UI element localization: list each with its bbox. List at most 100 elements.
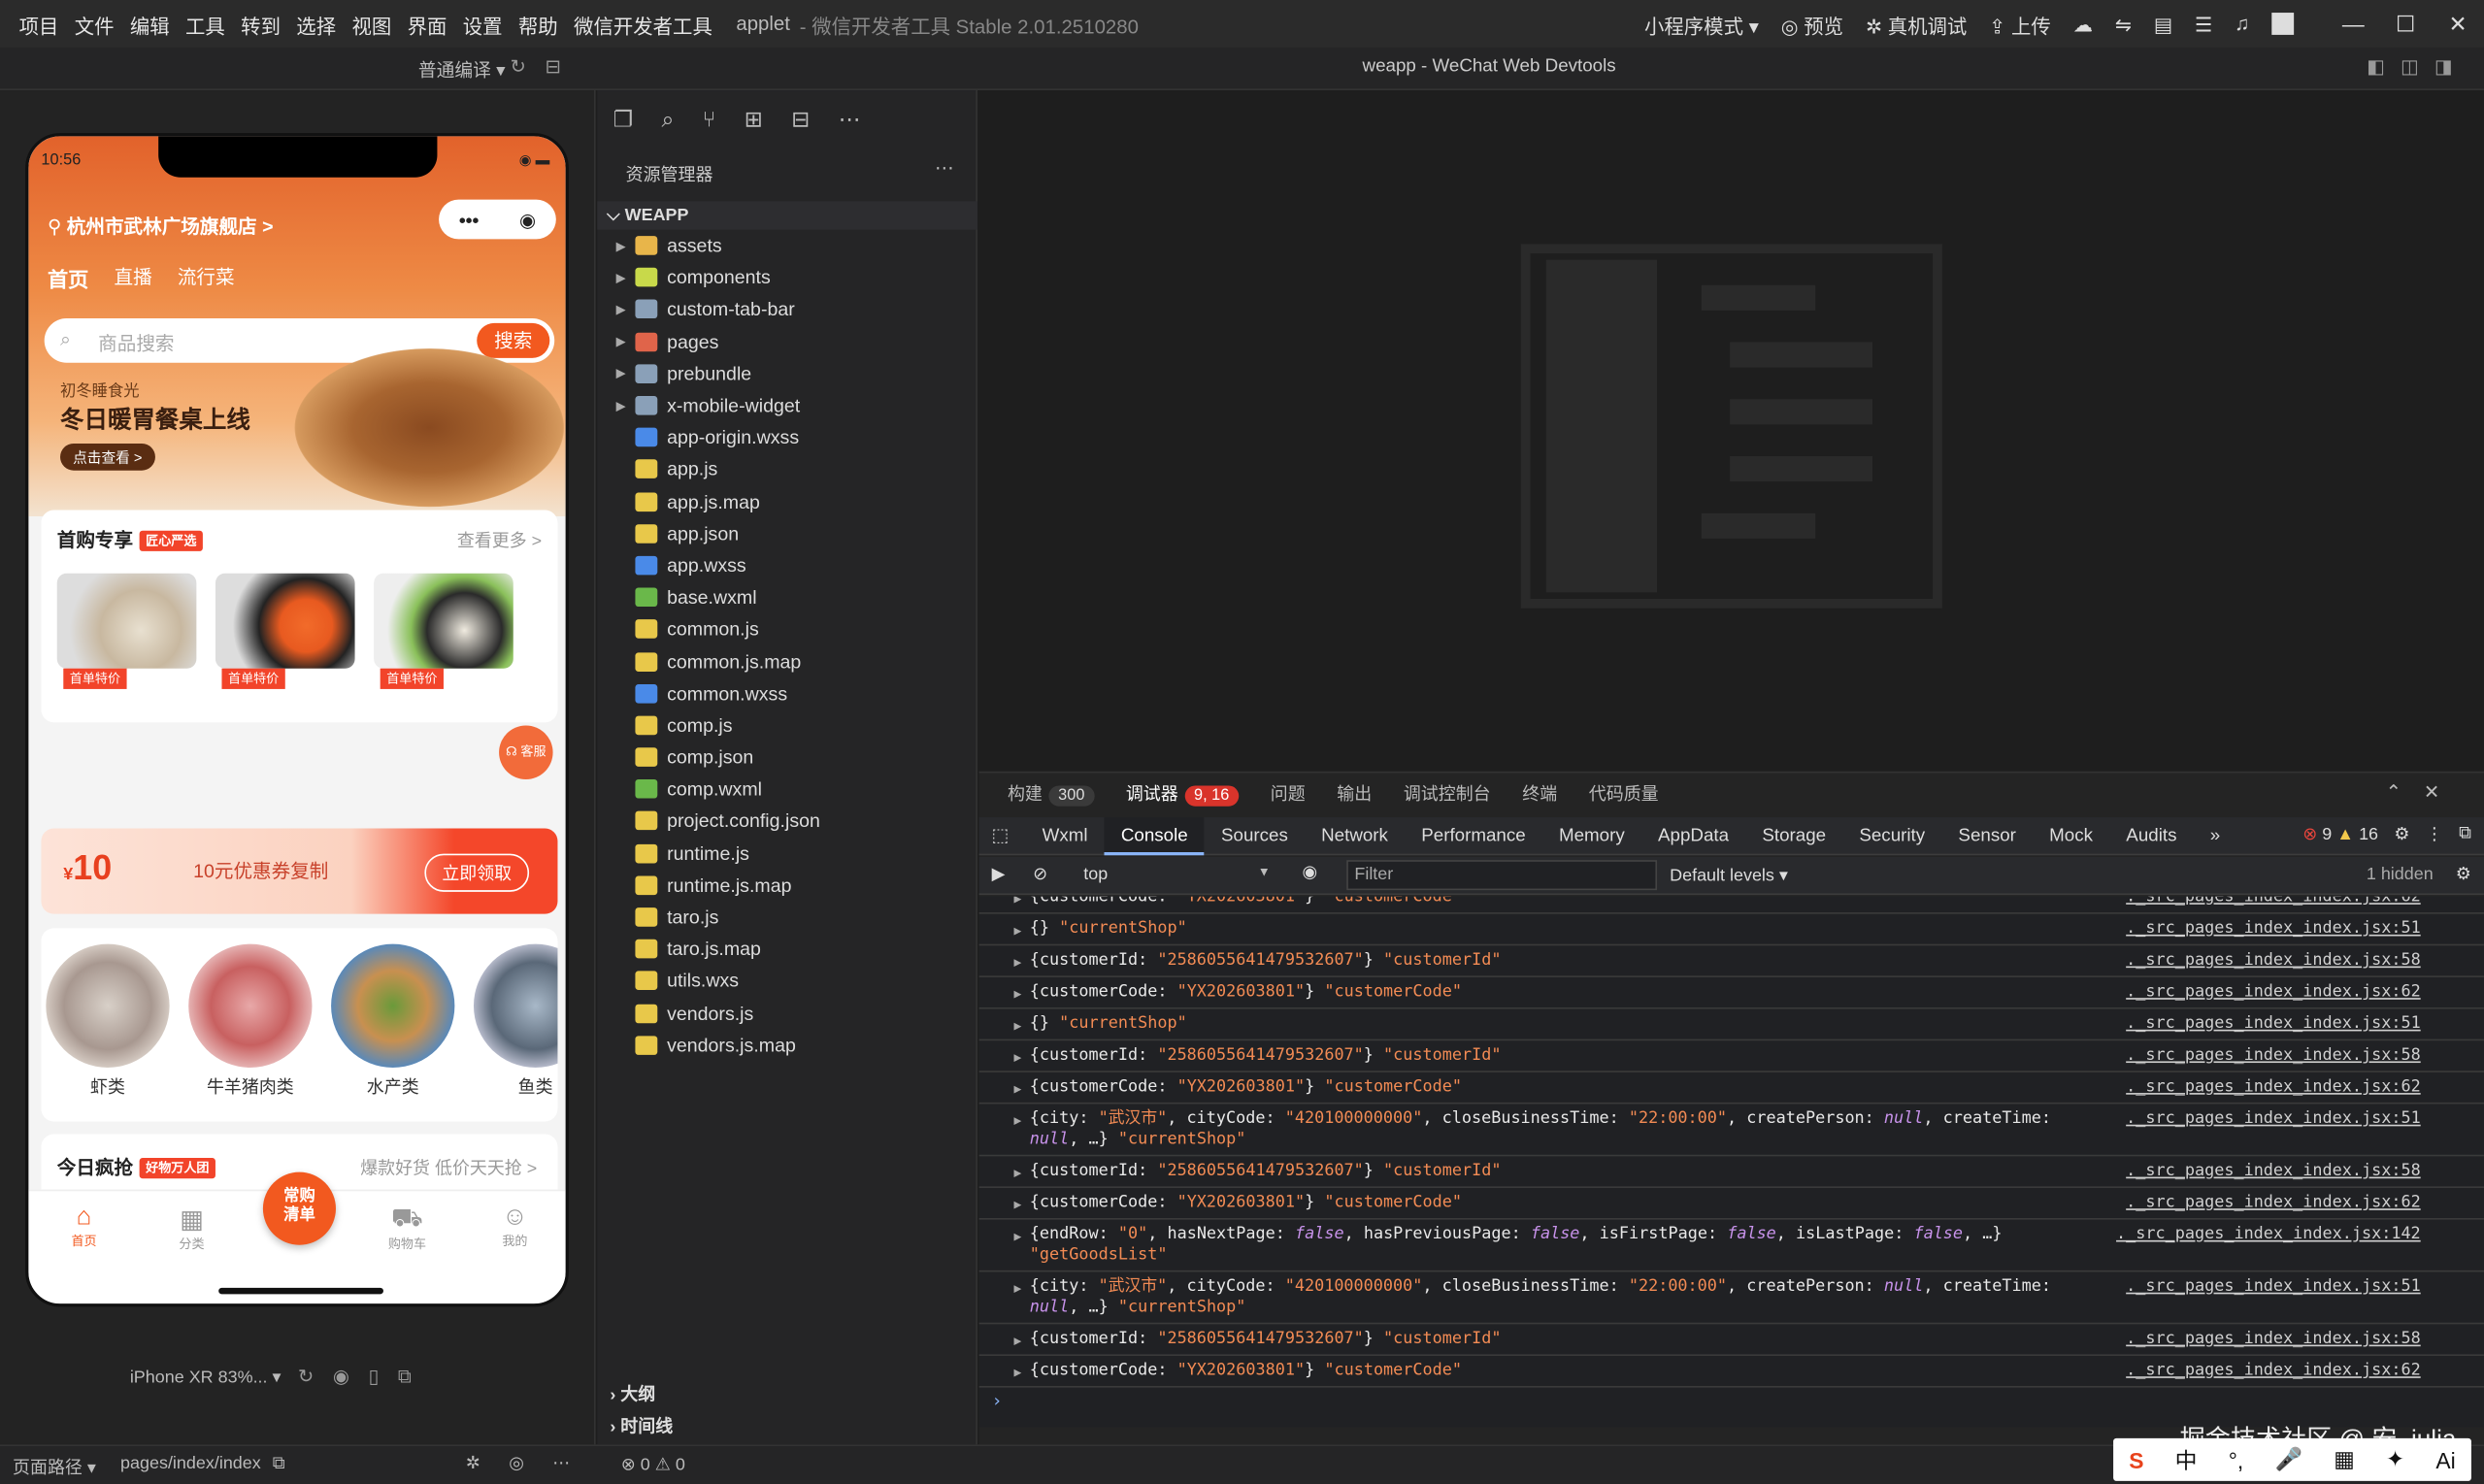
folder-item[interactable]: ▶ prebundle xyxy=(597,357,977,389)
filter-input[interactable]: Filter xyxy=(1346,860,1658,891)
file-item[interactable]: project.config.json xyxy=(597,806,977,838)
file-item[interactable]: taro.js xyxy=(597,902,977,934)
banner-button[interactable]: 点击查看 > xyxy=(60,443,155,471)
product-item[interactable]: 首单特价 xyxy=(374,573,513,689)
log-levels-select[interactable]: Default levels ▾ xyxy=(1670,865,1788,886)
tab-memory[interactable]: Memory xyxy=(1542,816,1641,854)
menu-file[interactable]: 文件 xyxy=(67,9,122,39)
console-source-link[interactable]: ._src_pages_index_index.jsx:62 xyxy=(2126,1361,2421,1381)
phone-icon[interactable]: ▯ xyxy=(369,1366,398,1388)
tab-mock[interactable]: Mock xyxy=(2033,816,2109,854)
console-prompt[interactable]: › xyxy=(979,1388,2484,1416)
swap-icon[interactable]: ⇋ xyxy=(2115,12,2132,36)
menu-icon[interactable]: ☰ xyxy=(2195,12,2212,36)
more-icon[interactable]: ••• xyxy=(459,209,480,231)
tab-network[interactable]: Network xyxy=(1305,816,1405,854)
file-item[interactable]: base.wxml xyxy=(597,581,977,613)
console-source-link[interactable]: ._src_pages_index_index.jsx:51 xyxy=(2126,1013,2421,1034)
tab-home[interactable]: 首页 xyxy=(48,263,88,293)
category-item[interactable]: 鱼类 xyxy=(472,943,558,1100)
more-tabs-icon[interactable]: » xyxy=(2194,816,2237,854)
error-count[interactable]: ⊗ 9 ▲ 16 xyxy=(2302,824,2378,844)
category-item[interactable]: 牛羊猪肉类 xyxy=(187,943,315,1100)
tab-problems[interactable]: 问题 xyxy=(1271,781,1306,807)
file-item[interactable]: runtime.js.map xyxy=(597,870,977,902)
folder-item[interactable]: ▶ components xyxy=(597,262,977,294)
expand-triangle-icon[interactable]: ▶ xyxy=(1013,1226,1021,1246)
file-item[interactable]: app.json xyxy=(597,517,977,549)
expand-triangle-icon[interactable]: ▶ xyxy=(1013,952,1021,973)
clear-console-icon[interactable]: ⊘ xyxy=(1033,863,1047,884)
tabbar-frequent-list[interactable]: 常购 清单 xyxy=(262,1171,336,1245)
menu-project[interactable]: 项目 xyxy=(0,9,67,39)
ai-icon[interactable]: Ai xyxy=(2435,1447,2455,1472)
expand-triangle-icon[interactable]: ▶ xyxy=(1013,1015,1021,1036)
tab-audits[interactable]: Audits xyxy=(2109,816,2193,854)
expand-triangle-icon[interactable]: ▶ xyxy=(1013,1363,1021,1383)
timeline-section[interactable]: › 时间线 xyxy=(597,1411,977,1443)
remote-debug-button[interactable]: ✲ 真机调试 xyxy=(1866,9,1967,39)
console-log-row[interactable]: ▶ {customerCode: "YX202603801"} "customer… xyxy=(978,897,2484,914)
console-source-link[interactable]: ._src_pages_index_index.jsx:62 xyxy=(2126,982,2421,1003)
expand-triangle-icon[interactable]: ▶ xyxy=(1013,1195,1021,1215)
cloud-icon[interactable]: ☁ xyxy=(2073,12,2093,36)
console-log-row[interactable]: ▶ {} "currentShop" ._src_pages_index_index… xyxy=(978,1009,2484,1041)
tab-popular[interactable]: 流行菜 xyxy=(178,263,235,293)
console-log-row[interactable]: ▶ {customerCode: "YX202603801"} "customer… xyxy=(978,1188,2484,1220)
file-item[interactable]: app.js xyxy=(597,453,977,485)
tab-debug-console[interactable]: 调试控制台 xyxy=(1404,781,1491,807)
tab-performance[interactable]: Performance xyxy=(1405,816,1542,854)
eye-icon[interactable]: ◎ xyxy=(509,1454,552,1473)
tab-console[interactable]: Console xyxy=(1104,816,1205,855)
folder-item[interactable]: ▶ assets xyxy=(597,230,977,262)
close-circle-icon[interactable]: ◉ xyxy=(519,209,536,231)
store-selector[interactable]: ⚲ 杭州市武林广场旗舰店 > xyxy=(48,213,274,240)
mode-select[interactable]: 小程序模式 ▾ xyxy=(1644,9,1759,39)
bug-icon[interactable]: ✲ xyxy=(466,1454,509,1473)
upload-button[interactable]: ⇪ 上传 xyxy=(1989,9,2051,39)
stop-icon[interactable]: ◉ xyxy=(333,1366,369,1388)
folder-item[interactable]: ▶ x-mobile-widget xyxy=(597,389,977,421)
refresh-icon[interactable]: ↻ xyxy=(511,55,526,78)
console-log-row[interactable]: ▶ {customerId: "2586055641479532607"} "cu… xyxy=(978,1156,2484,1188)
avatar[interactable] xyxy=(2271,13,2295,35)
folder-item[interactable]: ▶ custom-tab-bar xyxy=(597,294,977,326)
more-icon[interactable]: ⋯ xyxy=(839,106,861,133)
kebab-icon[interactable]: ⋮ xyxy=(2426,824,2443,844)
problem-counts[interactable]: ⊗ 0 ⚠ 0 xyxy=(621,1454,685,1475)
tabbar-home[interactable]: ⌂ 首页 xyxy=(45,1204,124,1249)
tabbar-category[interactable]: ▦ 分类 xyxy=(152,1204,232,1253)
files-icon[interactable]: ❐ xyxy=(613,106,634,133)
console-source-link[interactable]: ._src_pages_index_index.jsx:62 xyxy=(2126,1193,2421,1213)
context-select[interactable]: top xyxy=(1083,865,1274,884)
git-icon[interactable]: ⑂ xyxy=(703,106,716,133)
console-log-row[interactable]: ▶ {city: "武汉市", cityCode: "420100000000",… xyxy=(978,1105,2484,1157)
category-item[interactable]: 虾类 xyxy=(45,943,172,1100)
file-item[interactable]: vendors.js xyxy=(597,997,977,1029)
console-log-row[interactable]: ▶ {customerId: "2586055641479532607"} "cu… xyxy=(978,945,2484,977)
tab-output[interactable]: 输出 xyxy=(1337,781,1372,807)
expand-triangle-icon[interactable]: ▶ xyxy=(1013,1078,1021,1099)
expand-triangle-icon[interactable]: ▶ xyxy=(1013,1163,1021,1183)
console-log-row[interactable]: ▶ {customerCode: "YX202603801"} "customer… xyxy=(978,1072,2484,1105)
file-item[interactable]: comp.wxml xyxy=(597,774,977,806)
product-item[interactable]: 首单特价 xyxy=(215,573,355,689)
file-item[interactable]: common.wxss xyxy=(597,677,977,709)
bell-icon[interactable]: ♫ xyxy=(2235,13,2249,35)
console-log-row[interactable]: ▶ {customerCode: "YX202603801"} "customer… xyxy=(978,977,2484,1009)
sidebar-toggle-icon[interactable]: ▶︎ xyxy=(992,863,1006,884)
menu-tools[interactable]: 工具 xyxy=(178,9,233,39)
rotate-icon[interactable]: ↻ xyxy=(298,1366,333,1388)
tab-sources[interactable]: Sources xyxy=(1205,816,1305,854)
menu-settings[interactable]: 设置 xyxy=(455,9,511,39)
tab-wxml[interactable]: Wxml xyxy=(1026,816,1105,854)
extensions-icon[interactable]: ⊞ xyxy=(745,106,763,133)
layers-icon[interactable]: ⊟ xyxy=(791,106,810,133)
console-source-link[interactable]: ._src_pages_index_index.jsx:51 xyxy=(2126,919,2421,940)
file-item[interactable]: app.js.map xyxy=(597,485,977,517)
explorer-root[interactable]: ⌵ WEAPP xyxy=(597,201,977,230)
console-source-link[interactable]: ._src_pages_index_index.jsx:58 xyxy=(2126,1329,2421,1349)
ime-punctuation[interactable]: °, xyxy=(2229,1447,2244,1472)
close-icon[interactable]: ✕ xyxy=(2432,0,2484,48)
console-source-link[interactable]: ._src_pages_index_index.jsx:58 xyxy=(2126,950,2421,971)
